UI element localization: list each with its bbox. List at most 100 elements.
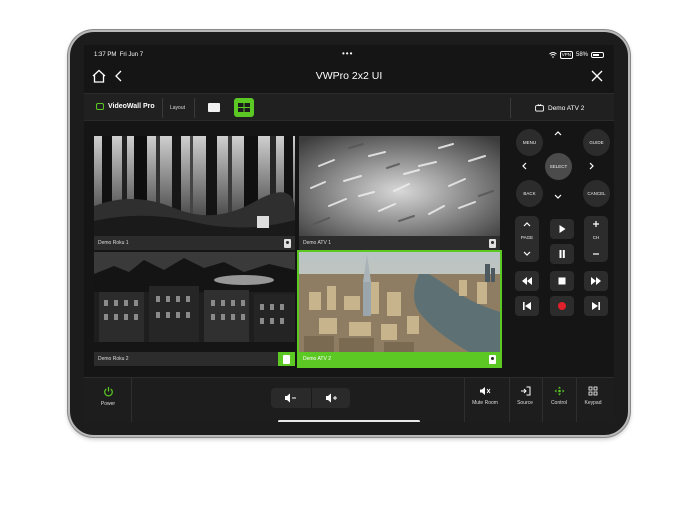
source-input-icon — [520, 386, 530, 396]
tile-label: Demo Roku 1 — [98, 240, 129, 246]
left-arrow-icon[interactable] — [519, 161, 529, 171]
tile-label: Demo Roku 2 — [98, 356, 129, 362]
battery-percent: 58% — [575, 52, 588, 58]
layout-single-button[interactable] — [204, 98, 224, 117]
remote-control-panel: MENU GUIDE SELECT BACK CANCEL PAGE CH — [510, 122, 614, 375]
remote-icon — [283, 355, 290, 364]
tile-caption: Demo Roku 2 — [94, 352, 295, 366]
record-button[interactable] — [550, 296, 574, 316]
power-icon — [103, 387, 113, 397]
channel-rocker: CH — [584, 216, 608, 262]
tv-icon — [535, 104, 544, 112]
tile-label: Demo ATV 1 — [303, 240, 331, 246]
close-icon[interactable] — [588, 68, 606, 84]
right-arrow-icon[interactable] — [587, 161, 597, 171]
videowall-logo-icon — [96, 103, 104, 110]
mute-room-button[interactable]: Mute Room — [468, 386, 502, 406]
tile-label: Demo ATV 2 — [303, 356, 331, 362]
tile-caption: Demo ATV 2 — [299, 352, 500, 366]
layout-2x2-button[interactable] — [234, 98, 254, 117]
volume-down-button[interactable] — [271, 388, 310, 408]
keypad-tab[interactable]: Keypad — [578, 386, 608, 406]
menu-button[interactable]: MENU — [516, 129, 543, 156]
video-preview-london — [299, 252, 500, 352]
divider — [131, 378, 132, 422]
video-preview-city-night — [94, 252, 295, 352]
divider — [464, 378, 465, 422]
bottom-bar: Power Mute Room Source Control Keypad — [84, 377, 614, 422]
divider — [576, 378, 577, 422]
volume-down-icon — [285, 393, 296, 403]
page-rocker: PAGE — [515, 216, 539, 262]
control-tab[interactable]: Control — [544, 386, 574, 406]
play-button[interactable] — [550, 219, 574, 239]
app-screen: 1:37 PM Fri Jun 7 ••• VPN 58% VWPro 2x2 … — [84, 45, 614, 422]
toolbar: VideoWall Pro Layout Demo ATV 2 — [84, 93, 614, 121]
fast-forward-button[interactable] — [584, 271, 608, 291]
battery-icon — [591, 52, 604, 58]
dpad-control-icon — [554, 386, 564, 396]
wifi-icon — [548, 52, 557, 58]
vpn-badge: VPN — [559, 51, 573, 59]
volume-up-button[interactable] — [311, 388, 350, 408]
video-preview-fish — [299, 136, 500, 236]
guide-button[interactable]: GUIDE — [583, 129, 610, 156]
fast-forward-icon — [591, 277, 601, 285]
layout-label: Layout — [170, 105, 186, 111]
channel-label: CH — [592, 235, 600, 240]
skip-back-icon — [523, 302, 531, 310]
status-time: 1:37 PM Fri Jun 7 — [94, 52, 144, 58]
video-tile-selected[interactable]: Demo ATV 2 — [297, 250, 502, 368]
video-preview-forest — [94, 136, 295, 236]
single-layout-icon — [208, 103, 220, 112]
page-label: PAGE — [520, 235, 534, 240]
home-indicator[interactable] — [278, 420, 420, 422]
rewind-icon — [522, 277, 532, 285]
channel-down-icon[interactable] — [591, 249, 601, 259]
remote-icon[interactable] — [489, 355, 496, 364]
skip-forward-button[interactable] — [584, 296, 608, 316]
rewind-button[interactable] — [515, 271, 539, 291]
pause-button[interactable] — [550, 244, 574, 264]
divider — [162, 98, 163, 118]
tile-caption: Demo ATV 1 — [299, 236, 500, 250]
page-down-icon[interactable] — [522, 249, 532, 259]
video-tile[interactable]: Demo Roku 1 — [94, 136, 295, 250]
down-arrow-icon[interactable] — [553, 192, 563, 202]
brand: VideoWall Pro — [96, 103, 155, 110]
mute-icon — [480, 387, 491, 395]
status-icons: VPN 58% — [548, 51, 604, 59]
skip-forward-icon — [592, 302, 600, 310]
divider — [509, 378, 510, 422]
divider — [542, 378, 543, 422]
divider — [194, 98, 195, 118]
video-tile[interactable]: Demo ATV 1 — [299, 136, 500, 250]
remote-icon[interactable] — [489, 239, 496, 248]
grid-2x2-icon — [238, 103, 250, 112]
cancel-button[interactable]: CANCEL — [583, 180, 610, 207]
status-bar: 1:37 PM Fri Jun 7 ••• VPN 58% — [84, 45, 614, 61]
multitask-dots[interactable]: ••• — [342, 49, 353, 58]
back-button[interactable]: BACK — [516, 180, 543, 207]
channel-up-icon[interactable] — [591, 219, 601, 229]
stop-icon — [558, 277, 566, 285]
source-tab[interactable]: Source — [511, 386, 539, 406]
remote-badge[interactable] — [278, 352, 295, 366]
power-button[interactable]: Power — [94, 386, 122, 407]
volume-up-icon — [326, 393, 337, 403]
divider — [510, 98, 511, 118]
remote-icon[interactable] — [284, 239, 291, 248]
selected-source: Demo ATV 2 — [535, 104, 584, 112]
up-arrow-icon[interactable] — [553, 128, 563, 138]
stop-button[interactable] — [550, 271, 574, 291]
page-title: VWPro 2x2 UI — [315, 70, 383, 82]
pause-icon — [559, 250, 565, 258]
nav-bar: VWPro 2x2 UI — [84, 63, 614, 89]
page-up-icon[interactable] — [522, 219, 532, 229]
record-icon — [558, 302, 566, 310]
select-button[interactable]: SELECT — [545, 153, 572, 180]
video-tile[interactable]: Demo Roku 2 — [94, 252, 295, 366]
play-icon — [559, 225, 566, 233]
skip-back-button[interactable] — [515, 296, 539, 316]
volume-control — [271, 388, 350, 408]
